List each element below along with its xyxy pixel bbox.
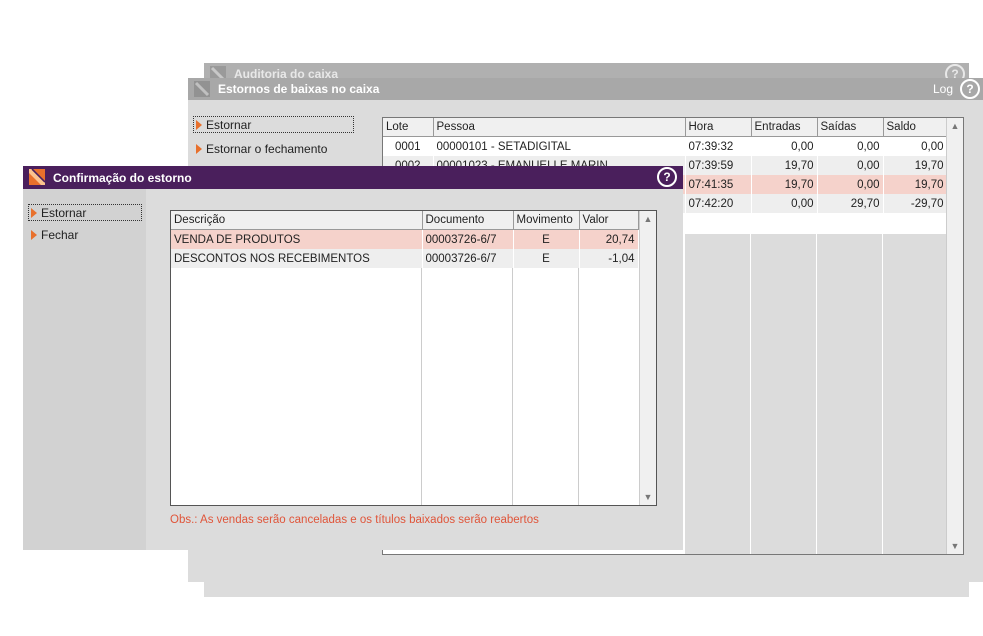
cell-entradas: 19,70	[751, 175, 818, 194]
cell-saidas: 0,00	[817, 175, 884, 194]
confirmation-help-icon[interactable]: ?	[657, 167, 677, 187]
entries-scrollbar[interactable]: ▲ ▼	[639, 211, 656, 505]
confirmation-side-panel: Estornar Fechar	[23, 189, 146, 550]
column-divider	[578, 268, 579, 505]
cell-entradas: 0,00	[751, 194, 818, 213]
table-row-selected[interactable]: VENDA DE PRODUTOS 00003726-6/7 E 20,74	[171, 229, 639, 249]
estornar-fechamento-button[interactable]: Estornar o fechamento	[196, 140, 327, 157]
arrow-right-icon	[31, 207, 37, 218]
confirmation-title: Confirmação do estorno	[53, 170, 192, 185]
cell-hora: 07:39:59	[685, 156, 752, 175]
confirmation-titlebar: Confirmação do estorno ?	[23, 166, 683, 189]
scroll-down-icon[interactable]: ▼	[640, 489, 656, 505]
estornar-label: Estornar	[206, 117, 252, 132]
arrow-right-icon	[196, 143, 202, 154]
col-entradas-header[interactable]: Entradas	[751, 118, 818, 137]
reversals-window-titlebar: Estornos de baixas no caixa Log ?	[188, 78, 983, 100]
confirm-estornar-button[interactable]: Estornar	[28, 204, 142, 221]
column-divider	[512, 268, 513, 505]
observation-note: Obs.: As vendas serão canceladas e os tí…	[170, 514, 539, 526]
col-hora-header[interactable]: Hora	[685, 118, 752, 137]
cell-hora: 07:41:35	[685, 175, 752, 194]
arrow-right-icon	[196, 119, 202, 130]
arrow-right-icon	[31, 229, 37, 240]
confirmation-dialog: Confirmação do estorno ? Estornar Fechar…	[23, 166, 683, 550]
cell-documento: 00003726-6/7	[422, 249, 514, 268]
cell-saidas: 0,00	[817, 156, 884, 175]
reversals-help-icon[interactable]: ?	[960, 79, 980, 99]
cell-saidas: 29,70	[817, 194, 884, 213]
cell-descricao: DESCONTOS NOS RECEBIMENTOS	[171, 249, 423, 268]
column-divider	[750, 234, 751, 554]
col-movimento-header[interactable]: Movimento	[513, 211, 580, 230]
col-saldo-header[interactable]: Saldo	[883, 118, 948, 137]
app-logo-icon	[29, 169, 45, 185]
cell-documento: 00003726-6/7	[422, 229, 514, 249]
fechar-button[interactable]: Fechar	[31, 226, 78, 243]
cell-saldo: -29,70	[883, 194, 948, 213]
column-divider	[882, 234, 883, 554]
table-row[interactable]: DESCONTOS NOS RECEBIMENTOS 00003726-6/7 …	[171, 249, 639, 268]
col-documento-header[interactable]: Documento	[422, 211, 514, 230]
cell-movimento: E	[513, 249, 580, 268]
cell-descricao: VENDA DE PRODUTOS	[171, 229, 423, 249]
column-divider	[816, 234, 817, 554]
col-lote-header[interactable]: Lote	[383, 118, 434, 137]
cell-hora: 07:42:20	[685, 194, 752, 213]
cell-pessoa: 00000101 - SETADIGITAL	[433, 136, 686, 156]
cell-valor: -1,04	[579, 249, 639, 268]
log-link[interactable]: Log	[933, 82, 953, 96]
column-divider	[421, 268, 422, 505]
cell-hora: 07:39:32	[685, 136, 752, 156]
cell-entradas: 0,00	[751, 136, 818, 156]
entries-table: Descrição Documento Movimento Valor VEND…	[171, 211, 639, 268]
cell-saldo: 19,70	[883, 175, 948, 194]
confirm-estornar-label: Estornar	[41, 205, 87, 220]
col-saidas-header[interactable]: Saídas	[817, 118, 884, 137]
entries-header-row: Descrição Documento Movimento Valor	[171, 211, 639, 230]
cell-entradas: 19,70	[751, 156, 818, 175]
cell-saidas: 0,00	[817, 136, 884, 156]
reversals-header-row: Lote Pessoa Hora Entradas Saídas Saldo	[383, 118, 948, 137]
scroll-up-icon[interactable]: ▲	[947, 118, 963, 134]
scroll-down-icon[interactable]: ▼	[947, 538, 963, 554]
entries-grid-empty-area	[171, 268, 638, 505]
table-row[interactable]: 0001 00000101 - SETADIGITAL 07:39:32 0,0…	[383, 136, 948, 156]
cell-lote: 0001	[383, 136, 434, 156]
col-pessoa-header[interactable]: Pessoa	[433, 118, 686, 137]
scroll-up-icon[interactable]: ▲	[640, 211, 656, 227]
estornar-button[interactable]: Estornar	[193, 116, 354, 133]
estornar-fechamento-label: Estornar o fechamento	[206, 141, 328, 156]
reversals-window-title: Estornos de baixas no caixa	[218, 82, 380, 96]
col-descricao-header[interactable]: Descrição	[171, 211, 423, 230]
app-logo-icon	[194, 81, 210, 97]
entries-grid[interactable]: Descrição Documento Movimento Valor VEND…	[170, 210, 657, 506]
reversals-scrollbar[interactable]: ▲ ▼	[946, 118, 963, 554]
col-valor-header[interactable]: Valor	[579, 211, 639, 230]
cell-saldo: 19,70	[883, 156, 948, 175]
fechar-label: Fechar	[41, 227, 79, 242]
cell-valor: 20,74	[579, 229, 639, 249]
confirmation-content: Descrição Documento Movimento Valor VEND…	[146, 189, 683, 550]
cell-saldo: 0,00	[883, 136, 948, 156]
cell-movimento: E	[513, 229, 580, 249]
